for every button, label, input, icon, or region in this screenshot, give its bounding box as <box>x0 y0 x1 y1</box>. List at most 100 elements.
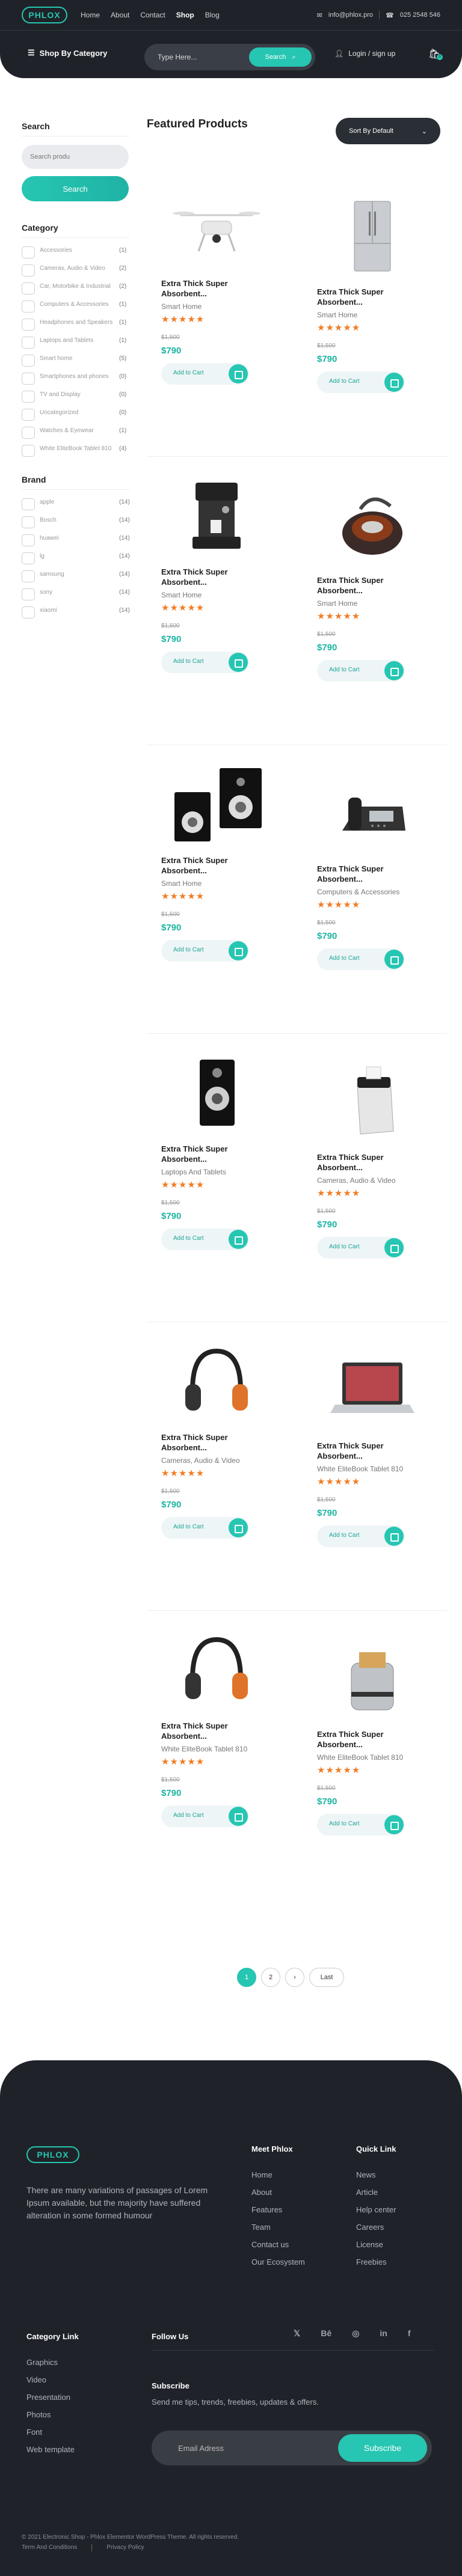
privacy-link[interactable]: Privacy Policy <box>106 2542 144 2553</box>
footer-link[interactable]: Web template <box>26 2441 79 2458</box>
product-card[interactable]: Extra Thick Super Absorbent... Cameras, A… <box>317 1062 449 1259</box>
product-name[interactable]: Extra Thick Super Absorbent... <box>317 1729 413 1750</box>
footer-logo[interactable]: PHLOX <box>26 2146 79 2163</box>
linkedin-icon[interactable]: in <box>380 2328 387 2339</box>
checkbox[interactable] <box>22 552 35 564</box>
page-1[interactable]: 1 <box>237 1968 256 1987</box>
page-2[interactable]: 2 <box>261 1968 280 1987</box>
checkbox[interactable] <box>22 409 35 421</box>
checkbox[interactable] <box>22 445 35 457</box>
subscribe-email-input[interactable] <box>178 2442 298 2454</box>
product-name[interactable]: Extra Thick Super Absorbent... <box>161 1144 257 1164</box>
brand-item[interactable]: Bosch (14) <box>22 516 130 528</box>
checkbox[interactable] <box>22 498 35 510</box>
cart-button[interactable]: 🛍︎ 0 <box>428 48 443 60</box>
checkbox[interactable] <box>22 606 35 618</box>
product-card[interactable]: Extra Thick Super Absorbent... Laptops An… <box>161 1054 294 1250</box>
product-card[interactable]: Extra Thick Super Absorbent... White Elit… <box>317 1639 449 1836</box>
facebook-icon[interactable]: f <box>408 2328 411 2339</box>
add-to-cart-button[interactable]: Add to Cart <box>161 1805 249 1827</box>
checkbox[interactable] <box>22 373 35 385</box>
paper-shredder-image[interactable] <box>324 1062 420 1140</box>
brand-item[interactable]: samsung (14) <box>22 570 130 582</box>
brand-item[interactable]: sony (14) <box>22 588 130 600</box>
header-search-input[interactable] <box>158 51 248 63</box>
add-to-cart-button[interactable]: Add to Cart <box>317 1525 405 1547</box>
footer-link[interactable]: Contact us <box>251 2236 305 2253</box>
product-card[interactable]: Extra Thick Super Absorbent... Computers … <box>317 774 449 970</box>
checkbox[interactable] <box>22 246 35 258</box>
footer-link[interactable]: Our Ecosystem <box>251 2253 305 2271</box>
checkbox[interactable] <box>22 355 35 367</box>
header-email[interactable]: info@phlox.pro <box>328 11 373 19</box>
footer-link[interactable]: Photos <box>26 2406 79 2423</box>
product-name[interactable]: Extra Thick Super Absorbent... <box>161 855 257 876</box>
product-card[interactable]: Extra Thick Super Absorbent... Smart Home… <box>161 765 294 962</box>
refrigerator-image[interactable] <box>324 197 420 275</box>
add-to-cart-button[interactable]: Add to Cart <box>161 940 249 962</box>
checkbox[interactable] <box>22 391 35 403</box>
product-card[interactable]: Extra Thick Super Absorbent... White Elit… <box>161 1631 294 1827</box>
product-card[interactable]: Extra Thick Super Absorbent... White Elit… <box>317 1351 449 1547</box>
add-to-cart-button[interactable]: Add to Cart <box>161 1228 249 1250</box>
category-item[interactable]: Accessories (1) <box>22 246 130 258</box>
category-item[interactable]: Smartphones and phones (0) <box>22 373 130 385</box>
footer-link[interactable]: Team <box>251 2218 305 2236</box>
shop-by-category-button[interactable]: ☰ Shop By Category <box>28 48 107 58</box>
product-name[interactable]: Extra Thick Super Absorbent... <box>161 1432 257 1453</box>
nav-blog[interactable]: Blog <box>205 11 220 19</box>
product-name[interactable]: Extra Thick Super Absorbent... <box>317 575 413 596</box>
add-to-cart-button[interactable]: Add to Cart <box>317 660 405 682</box>
desk-phone-image[interactable] <box>324 774 420 852</box>
instagram-icon[interactable]: ◎ <box>352 2328 359 2339</box>
category-item[interactable]: Smart home (5) <box>22 355 130 367</box>
product-card[interactable]: Extra Thick Super Absorbent... Cameras, A… <box>161 1342 294 1539</box>
header-logo[interactable]: PHLOX <box>22 7 67 23</box>
product-name[interactable]: Extra Thick Super Absorbent... <box>317 287 413 307</box>
checkbox[interactable] <box>22 534 35 546</box>
footer-link[interactable]: Home <box>251 2166 305 2184</box>
category-item[interactable]: Uncategorized (0) <box>22 409 130 421</box>
product-name[interactable]: Extra Thick Super Absorbent... <box>161 567 257 587</box>
nav-contact[interactable]: Contact <box>140 11 165 19</box>
category-item[interactable]: Laptops and Tablets (1) <box>22 337 130 349</box>
footer-link[interactable]: Features <box>251 2201 305 2218</box>
category-item[interactable]: Car, Motorbike & Industrial (2) <box>22 282 130 295</box>
brand-item[interactable]: apple (14) <box>22 498 130 510</box>
product-name[interactable]: Extra Thick Super Absorbent... <box>161 278 257 299</box>
headphones-image[interactable] <box>168 1631 265 1709</box>
speaker-image[interactable] <box>168 1054 265 1132</box>
product-name[interactable]: Extra Thick Super Absorbent... <box>317 1152 413 1173</box>
footer-link[interactable]: Presentation <box>26 2388 79 2406</box>
twitter-icon[interactable]: 𝕏 <box>294 2328 300 2339</box>
login-link[interactable]: 👤︎ Login / sign up <box>334 49 395 58</box>
subscribe-button[interactable]: Subscribe <box>338 2434 427 2462</box>
add-to-cart-button[interactable]: Add to Cart <box>317 371 405 393</box>
add-to-cart-button[interactable]: Add to Cart <box>161 1517 249 1539</box>
product-card[interactable]: Extra Thick Super Absorbent... Smart Home… <box>161 477 294 673</box>
headphones-image[interactable] <box>168 1342 265 1420</box>
toaster-image[interactable] <box>324 1639 420 1717</box>
laptop-image[interactable] <box>324 1351 420 1429</box>
coffee-machine-image[interactable] <box>168 477 265 555</box>
add-to-cart-button[interactable]: Add to Cart <box>161 652 249 673</box>
checkbox[interactable] <box>22 301 35 313</box>
product-card[interactable]: Extra Thick Super Absorbent... Smart Home… <box>317 485 449 682</box>
sort-select[interactable]: Sort By Default ⌄ <box>336 118 440 144</box>
footer-link[interactable]: Font <box>26 2423 79 2441</box>
checkbox[interactable] <box>22 264 35 276</box>
checkbox[interactable] <box>22 427 35 439</box>
add-to-cart-button[interactable]: Add to Cart <box>317 1814 405 1836</box>
brand-item[interactable]: xiaomi (14) <box>22 606 130 618</box>
footer-link[interactable]: Help center <box>356 2201 396 2218</box>
brand-item[interactable]: huawei (14) <box>22 534 130 546</box>
header-search-button[interactable]: Search ⌕ <box>249 47 312 67</box>
brand-item[interactable]: lg (14) <box>22 552 130 564</box>
footer-link[interactable]: Video <box>26 2371 79 2388</box>
footer-link[interactable]: License <box>356 2236 396 2253</box>
category-item[interactable]: TV and Display (0) <box>22 391 130 403</box>
vacuum-cleaner-image[interactable] <box>324 485 420 563</box>
terms-link[interactable]: Term And Conditions <box>22 2542 77 2553</box>
add-to-cart-button[interactable]: Add to Cart <box>317 948 405 970</box>
footer-link[interactable]: Article <box>356 2184 396 2201</box>
